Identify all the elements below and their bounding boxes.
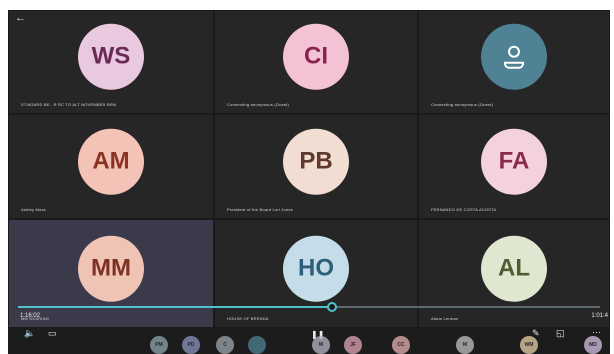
participant-tile[interactable]: AL Adam Lerman	[418, 219, 610, 328]
participant-name: Ashley Moss	[21, 207, 46, 212]
participant-avatar[interactable]: C	[216, 336, 234, 354]
avatar-initials: WS	[91, 42, 131, 70]
back-arrow-icon[interactable]: ←	[15, 13, 26, 24]
participant-avatar[interactable]	[248, 336, 266, 354]
participant-avatar[interactable]: CC	[392, 336, 410, 354]
person-icon	[504, 45, 524, 69]
avatar-initials: AL	[498, 254, 530, 282]
captions-icon[interactable]: ▭	[48, 328, 57, 338]
participant-name: Adam Lerman	[431, 316, 459, 321]
participant-video-grid: WS ST.BOARD BE...R RC TO ALT NOVEMBER BR…	[8, 10, 610, 328]
participant-name: Connecting anonymous (Guest)	[227, 102, 290, 107]
participant-name: President of the Board Lori Jones	[227, 207, 293, 212]
participant-tile[interactable]: WS ST.BOARD BE...R RC TO ALT NOVEMBER BR…	[8, 10, 214, 114]
avatar: AM	[78, 128, 144, 195]
participant-name: FERNANDO DE COSTA ACOSTA	[431, 207, 497, 212]
avatar-initials: PB	[299, 147, 333, 175]
participant-name: ST.BOARD BE...R RC TO ALT NOVEMBER BRN	[21, 102, 117, 107]
avatar-initials: FA	[498, 147, 530, 175]
participant-name: HOUSE OF BRENDA	[227, 316, 269, 321]
playback-progress-bar[interactable]	[18, 302, 600, 312]
avatar	[481, 23, 547, 90]
participant-avatar[interactable]: MD	[584, 336, 602, 354]
participant-tile[interactable]: PB President of the Board Lori Jones	[214, 114, 418, 219]
participant-avatar[interactable]: M	[312, 336, 330, 354]
player-controls: 🔈 ▭ ❚❚ ✎ ◱ ⋯	[8, 324, 610, 354]
avatar: PB	[283, 128, 349, 195]
participant-name: Connecting anonymous (Guest)	[431, 102, 494, 107]
avatar: FA	[481, 128, 547, 195]
avatar: CI	[283, 23, 349, 90]
participant-avatar[interactable]: JF	[344, 336, 362, 354]
total-duration: 1:01:4	[591, 313, 608, 319]
avatar-initials: MM	[91, 254, 131, 282]
picture-in-picture-icon[interactable]: ◱	[556, 328, 565, 338]
participant-avatar[interactable]: PD	[182, 336, 200, 354]
participant-tile-active-speaker[interactable]: MM MM HEARING	[8, 219, 214, 328]
avatar: AL	[481, 235, 547, 302]
avatar: MM	[78, 235, 144, 302]
participant-avatar[interactable]: PM	[150, 336, 168, 354]
meeting-recording-player: WS ST.BOARD BE...R RC TO ALT NOVEMBER BR…	[8, 10, 610, 354]
volume-icon[interactable]: 🔈	[24, 328, 35, 338]
avatar-initials: AM	[92, 147, 130, 175]
avatar: WS	[78, 23, 144, 90]
participant-tile[interactable]: AM Ashley Moss	[8, 114, 214, 219]
playback-progress-fill	[18, 306, 333, 308]
participant-tile[interactable]: HO HOUSE OF BRENDA	[214, 219, 418, 328]
avatar: HO	[283, 235, 349, 302]
participant-tile[interactable]: FA FERNANDO DE COSTA ACOSTA	[418, 114, 610, 219]
avatar-initials: HO	[298, 254, 334, 282]
participant-avatar[interactable]: WM	[520, 336, 538, 354]
current-time: 1:16:02	[20, 313, 41, 319]
participant-tile[interactable]: Connecting anonymous (Guest)	[418, 10, 610, 114]
participant-avatar[interactable]: M	[456, 336, 474, 354]
participant-tile[interactable]: CI Connecting anonymous (Guest)	[214, 10, 418, 114]
avatar-initials: CI	[304, 42, 328, 70]
